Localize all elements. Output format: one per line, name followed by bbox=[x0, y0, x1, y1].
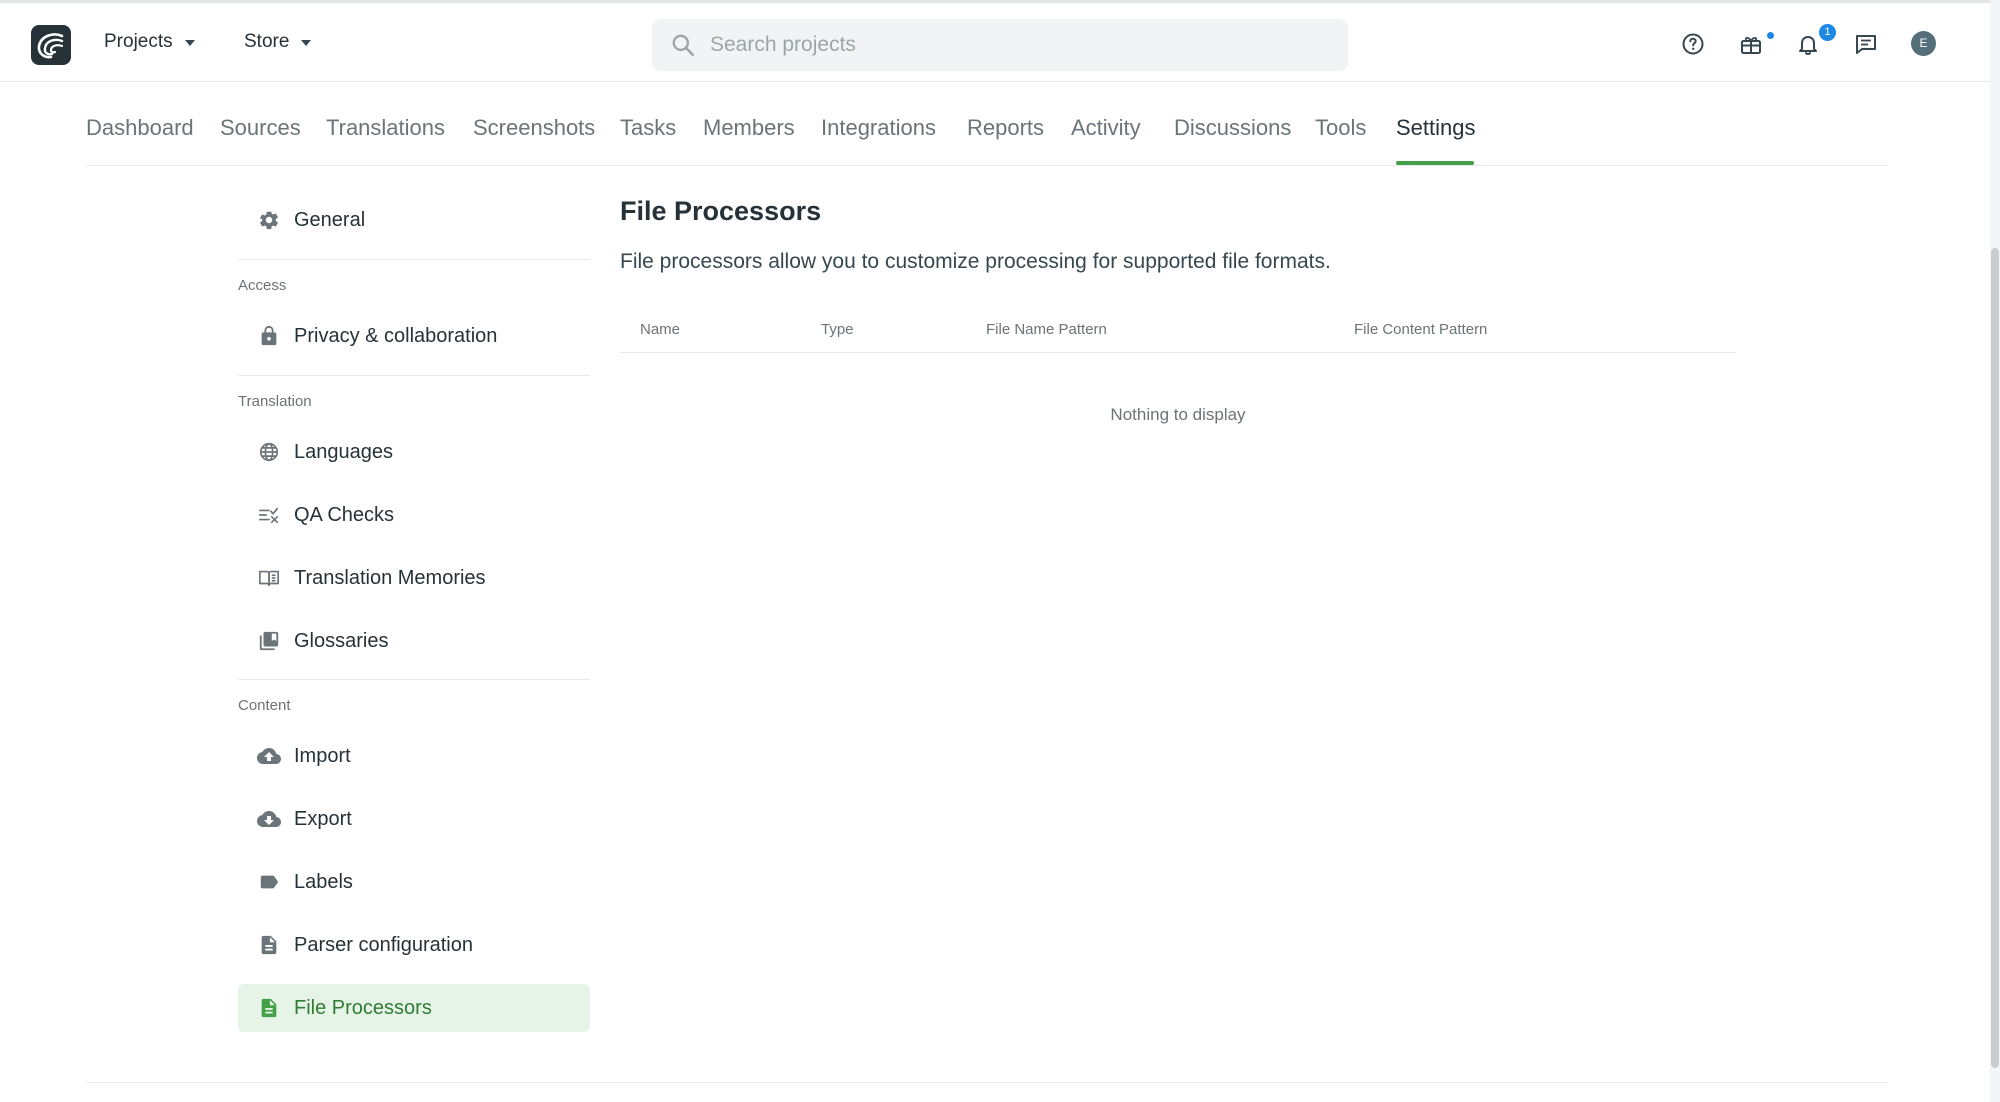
sidebar-item-export[interactable]: Export bbox=[238, 795, 590, 843]
sidebar-item-label: Export bbox=[294, 807, 352, 830]
projects-dropdown-label: Projects bbox=[104, 31, 173, 52]
sidebar-item-labels[interactable]: Labels bbox=[238, 858, 590, 906]
sidebar-item-privacy[interactable]: Privacy & collaboration bbox=[238, 312, 590, 360]
notification-badge: 1 bbox=[1819, 24, 1836, 41]
tab-integrations[interactable]: Integrations bbox=[821, 115, 936, 141]
sidebar-group-access: Access bbox=[238, 277, 287, 294]
search-icon bbox=[672, 34, 695, 57]
sidebar-item-label: Languages bbox=[294, 440, 393, 463]
label-icon bbox=[256, 869, 282, 895]
scrollbar-thumb[interactable] bbox=[1991, 248, 1999, 1068]
tab-tools[interactable]: Tools bbox=[1315, 115, 1366, 141]
tab-members[interactable]: Members bbox=[703, 115, 795, 141]
sidebar-item-label: General bbox=[294, 208, 366, 231]
sidebar-item-file-processors[interactable]: File Processors bbox=[238, 984, 590, 1032]
cloud-upload-icon bbox=[256, 743, 282, 769]
user-avatar[interactable]: E bbox=[1911, 31, 1936, 56]
cloud-download-icon bbox=[256, 806, 282, 832]
sidebar-item-label: Translation Memories bbox=[294, 566, 486, 589]
search-box[interactable] bbox=[652, 19, 1348, 71]
divider bbox=[238, 259, 590, 260]
library-icon bbox=[256, 628, 282, 654]
divider bbox=[238, 679, 590, 680]
page-description: File processors allow you to customize p… bbox=[620, 250, 1331, 273]
tab-activity[interactable]: Activity bbox=[1071, 115, 1141, 141]
tab-sources[interactable]: Sources bbox=[220, 115, 301, 141]
lock-icon bbox=[256, 323, 282, 349]
page-title: File Processors bbox=[620, 196, 822, 226]
chevron-down-icon bbox=[301, 40, 312, 46]
project-tabs: Dashboard Sources Translations Screensho… bbox=[86, 82, 1888, 166]
book-icon bbox=[256, 565, 282, 591]
document-icon bbox=[256, 932, 282, 958]
tab-settings[interactable]: Settings bbox=[1396, 115, 1476, 141]
tab-discussions[interactable]: Discussions bbox=[1174, 115, 1291, 141]
globe-icon bbox=[256, 439, 282, 465]
sidebar-item-general[interactable]: General bbox=[238, 196, 590, 244]
empty-state-text: Nothing to display bbox=[1110, 405, 1246, 424]
sidebar-item-label: File Processors bbox=[294, 996, 432, 1019]
sidebar-item-translation-memories[interactable]: Translation Memories bbox=[238, 554, 590, 602]
store-dropdown[interactable]: Store bbox=[244, 31, 312, 53]
column-header-name[interactable]: Name bbox=[640, 321, 680, 338]
sidebar-group-translation: Translation bbox=[238, 393, 312, 410]
help-icon[interactable] bbox=[1678, 29, 1708, 59]
sidebar-item-import[interactable]: Import bbox=[238, 732, 590, 780]
gift-icon[interactable] bbox=[1736, 29, 1766, 59]
document-icon bbox=[256, 995, 282, 1021]
qa-checks-icon bbox=[256, 502, 282, 528]
sidebar-item-qa-checks[interactable]: QA Checks bbox=[238, 491, 590, 539]
sidebar-item-label: Import bbox=[294, 744, 351, 767]
column-header-file-name-pattern[interactable]: File Name Pattern bbox=[986, 321, 1107, 338]
projects-dropdown[interactable]: Projects bbox=[104, 31, 195, 53]
sidebar-item-languages[interactable]: Languages bbox=[238, 428, 590, 476]
search-input[interactable] bbox=[710, 33, 1310, 57]
chat-icon[interactable] bbox=[1851, 29, 1881, 59]
tab-tasks[interactable]: Tasks bbox=[620, 115, 676, 141]
top-bar: Projects Store 1 bbox=[0, 0, 1990, 82]
sidebar-item-label: Privacy & collaboration bbox=[294, 324, 498, 347]
sidebar-item-glossaries[interactable]: Glossaries bbox=[238, 617, 590, 665]
gift-new-dot bbox=[1767, 32, 1774, 39]
store-dropdown-label: Store bbox=[244, 31, 290, 52]
tab-translations[interactable]: Translations bbox=[326, 115, 445, 141]
divider bbox=[238, 375, 590, 376]
gear-icon bbox=[256, 207, 282, 233]
sidebar-item-parser-configuration[interactable]: Parser configuration bbox=[238, 921, 590, 969]
tab-dashboard[interactable]: Dashboard bbox=[86, 115, 194, 141]
sidebar-item-label: Glossaries bbox=[294, 629, 389, 652]
crowdin-logo[interactable] bbox=[31, 25, 71, 65]
sidebar-item-label: Labels bbox=[294, 870, 353, 893]
tab-reports[interactable]: Reports bbox=[967, 115, 1044, 141]
table-header: Name Type File Name Pattern File Content… bbox=[620, 310, 1736, 353]
sidebar-item-label: Parser configuration bbox=[294, 933, 473, 956]
column-header-file-content-pattern[interactable]: File Content Pattern bbox=[1354, 321, 1487, 338]
active-tab-indicator bbox=[1396, 161, 1474, 165]
divider bbox=[86, 1082, 1888, 1083]
sidebar-item-label: QA Checks bbox=[294, 503, 395, 526]
chevron-down-icon bbox=[184, 40, 195, 46]
sidebar-group-content: Content bbox=[238, 697, 291, 714]
column-header-type[interactable]: Type bbox=[821, 321, 854, 338]
tab-screenshots[interactable]: Screenshots bbox=[473, 115, 595, 141]
